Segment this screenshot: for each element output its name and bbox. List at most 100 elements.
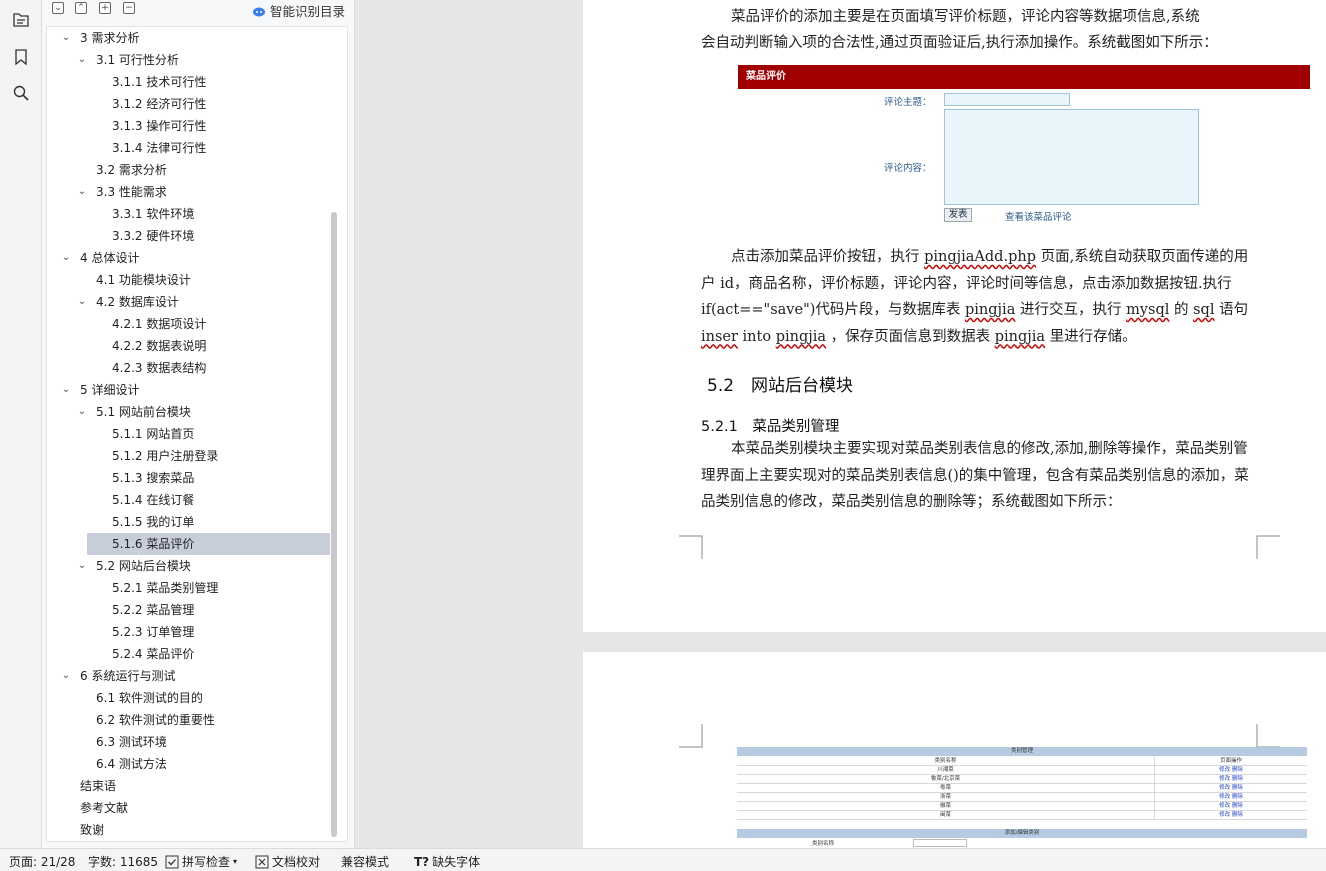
word-count[interactable]: 字数: 11685 xyxy=(88,853,158,870)
toc-item[interactable]: ⌄ 3.1 可行性分析 xyxy=(47,49,347,71)
collapse-all-icon[interactable]: ⌄ xyxy=(52,2,64,14)
chevron-down-icon[interactable]: ⌄ xyxy=(60,665,72,687)
compat-mode[interactable]: 兼容模式 xyxy=(341,853,389,870)
toc-item-label: 3.3.2 硬件环境 xyxy=(112,229,195,243)
category-name: 闽菜 xyxy=(737,811,1155,820)
table-row: 徽菜 修改 删除 xyxy=(737,802,1307,811)
toc-item[interactable]: 5.1.3 搜索菜品 xyxy=(47,467,347,489)
toc-item[interactable]: 4.2.2 数据表说明 xyxy=(47,335,347,357)
toc-item[interactable]: 4.2.1 数据项设计 xyxy=(47,313,347,335)
ai-cloud-icon xyxy=(252,7,265,16)
smart-toc-button[interactable]: 智能识别目录 xyxy=(252,1,345,20)
row-actions: 修改 删除 xyxy=(1219,794,1243,800)
toc-item[interactable]: 致谢 xyxy=(47,819,347,841)
toc-item[interactable]: 4.1 功能模块设计 xyxy=(47,269,347,291)
expand-all-icon[interactable]: ⌃ xyxy=(75,2,87,14)
chevron-down-icon[interactable]: ⌄ xyxy=(76,555,88,577)
toc-item[interactable]: 3.3.2 硬件环境 xyxy=(47,225,347,247)
chevron-down-icon[interactable]: ⌄ xyxy=(76,49,88,71)
view-reviews-link: 查看该菜品评论 xyxy=(1005,212,1072,223)
spelling-flagged-word: mysql xyxy=(1126,302,1170,318)
toc-item[interactable]: 5.1.5 我的订单 xyxy=(47,511,347,533)
spell-check-button[interactable]: 拼写检查 ▾ xyxy=(165,853,237,870)
chevron-down-icon: ▾ xyxy=(233,857,238,866)
chevron-down-icon[interactable]: ⌄ xyxy=(76,291,88,313)
chevron-down-icon[interactable]: ⌄ xyxy=(60,247,72,269)
page-margin-corner xyxy=(1256,724,1280,748)
toc-item[interactable]: 5.1.1 网站首页 xyxy=(47,423,347,445)
toc-item[interactable]: ⌄ 6 系统运行与测试 xyxy=(47,665,347,687)
table-row: 粤菜 修改 删除 xyxy=(737,784,1307,793)
toc-item[interactable]: 3.1.3 操作可行性 xyxy=(47,115,347,137)
toc-item[interactable]: 4.2.3 数据表结构 xyxy=(47,357,347,379)
toc-item[interactable]: ⌄ 4 总体设计 xyxy=(47,247,347,269)
toc-item[interactable]: ⌄ 5 详细设计 xyxy=(47,379,347,401)
toc-item-label: 6.4 测试方法 xyxy=(96,757,167,771)
missing-font-button[interactable]: T? 缺失字体 xyxy=(414,853,480,870)
page-indicator[interactable]: 页面: 21/28 xyxy=(9,853,75,870)
chevron-down-icon[interactable]: ⌄ xyxy=(60,379,72,401)
spelling-flagged-word: pingjia xyxy=(965,302,1016,318)
toc-list: ⌄ 3 需求分析 ⌄ 3.1 可行性分析 3.1.1 技术可行性 3.1.2 经济可行性 3… xyxy=(46,26,348,842)
toc-panel: ⌄ ⌃ + − 智能识别目录 ⌄ 3 需求分析 ⌄ 3.1 可行性分析 3.1.1 技术… xyxy=(42,0,355,848)
toc-item[interactable]: 5.1.4 在线订餐 xyxy=(47,489,347,511)
table-header-row: 类别名称 页面操作 xyxy=(737,757,1307,766)
toc-item[interactable]: 6.4 测试方法 xyxy=(47,753,347,775)
toc-item[interactable]: ⌄ 5.1 网站前台模块 xyxy=(47,401,347,423)
toc-item-label: 5.2.2 菜品管理 xyxy=(112,603,195,617)
toc-item-label: 4.2.3 数据表结构 xyxy=(112,361,207,375)
topic-input xyxy=(944,93,1070,106)
toc-item[interactable]: 5.2.3 订单管理 xyxy=(47,621,347,643)
toc-item[interactable]: 5.1.2 用户注册登录 xyxy=(47,445,347,467)
chevron-down-icon[interactable]: ⌄ xyxy=(60,27,72,49)
toc-item-label: 4 总体设计 xyxy=(80,251,140,265)
toc-item[interactable]: 6.3 测试环境 xyxy=(47,731,347,753)
toc-item[interactable]: 5.2.2 菜品管理 xyxy=(47,599,347,621)
toc-item[interactable]: 3.1.2 经济可行性 xyxy=(47,93,347,115)
search-icon[interactable] xyxy=(9,81,33,105)
toc-item[interactable]: 6.2 软件测试的重要性 xyxy=(47,709,347,731)
document-page: 类别管理 类别名称 页面操作 川湘菜 修改 删除 鲁菜/北京菜 修改 删除 粤菜 修改 删… xyxy=(583,652,1326,848)
toc-item-label: 5.1 网站前台模块 xyxy=(96,405,191,419)
add-icon[interactable]: + xyxy=(99,2,111,14)
toc-item-label: 5 详细设计 xyxy=(80,383,140,397)
document-canvas[interactable]: 菜品评价的添加主要是在页面填写评价标题，评论内容等数据项信息,系统 会自动判断输… xyxy=(355,0,1326,848)
toc-item[interactable]: 3.3.1 软件环境 xyxy=(47,203,347,225)
bookmark-icon[interactable] xyxy=(9,45,33,69)
subsection-heading: 5.2.1 菜品类别管理 xyxy=(701,419,840,435)
toc-item[interactable]: ⌄ 3.3 性能需求 xyxy=(47,181,347,203)
category-name: 浙菜 xyxy=(737,793,1155,802)
toc-item-label: 3.1 可行性分析 xyxy=(96,53,179,67)
toc-item-label: 4.2 数据库设计 xyxy=(96,295,179,309)
toc-item-label: 6.3 测试环境 xyxy=(96,735,167,749)
text-run: into xyxy=(737,328,776,345)
toc-item[interactable]: 参考文献 xyxy=(47,797,347,819)
toc-item-label: 6.1 软件测试的目的 xyxy=(96,691,203,705)
toc-scrollbar[interactable] xyxy=(331,212,337,837)
toc-item[interactable]: ⌄ 5.2 网站后台模块 xyxy=(47,555,347,577)
doc-proofread-button[interactable]: 文档校对 xyxy=(255,853,320,870)
toc-item[interactable]: ⌄ 3 需求分析 xyxy=(47,27,347,49)
toc-item[interactable]: 6.1 软件测试的目的 xyxy=(47,687,347,709)
chevron-down-icon[interactable]: ⌄ xyxy=(76,401,88,423)
toc-item[interactable]: 5.2.4 菜品评价 xyxy=(47,643,347,665)
toc-item[interactable]: 3.1.1 技术可行性 xyxy=(47,71,347,93)
toc-item[interactable]: 3.1.4 法律可行性 xyxy=(47,137,347,159)
submit-button: 发表 xyxy=(944,208,972,222)
toc-item[interactable]: 结束语 xyxy=(47,775,347,797)
remove-icon[interactable]: − xyxy=(123,2,135,14)
toc-item-label: 5.1.4 在线订餐 xyxy=(112,493,195,507)
toc-item[interactable]: ⌄ 4.2 数据库设计 xyxy=(47,291,347,313)
toc-item[interactable]: 5.2.1 菜品类别管理 xyxy=(47,577,347,599)
toc-item-label: 3.1.3 操作可行性 xyxy=(112,119,207,133)
toc-item-label: 5.1.2 用户注册登录 xyxy=(112,449,219,463)
chevron-down-icon[interactable]: ⌄ xyxy=(76,181,88,203)
toc-item[interactable]: 3.2 需求分析 xyxy=(47,159,347,181)
row-actions: 修改 删除 xyxy=(1219,785,1243,791)
spell-check-label: 拼写检查 xyxy=(182,855,231,869)
text-run: 进行交互，执行 xyxy=(1015,302,1127,318)
toc-item-label: 5.2 网站后台模块 xyxy=(96,559,191,573)
toc-item[interactable]: 5.1.6 菜品评价 xyxy=(47,533,347,555)
toc-panel-icon[interactable] xyxy=(9,8,33,32)
topic-label: 评论主题： xyxy=(884,97,932,108)
